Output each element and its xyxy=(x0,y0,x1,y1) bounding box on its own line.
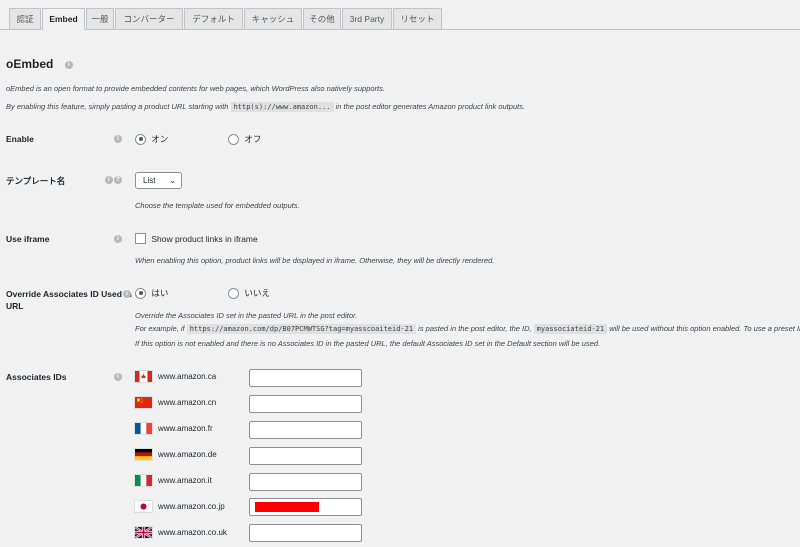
help-icon[interactable]: ? xyxy=(114,176,122,184)
info-icon[interactable]: i xyxy=(64,60,73,69)
tab-converter[interactable]: コンバーター xyxy=(115,8,183,29)
section-description-url: By enabling this feature, simply pasting… xyxy=(6,102,526,112)
use-iframe-description: When enabling this option, product links… xyxy=(135,256,495,265)
override-no-radio[interactable] xyxy=(228,287,239,299)
template-description: Choose the template used for embedded ou… xyxy=(135,201,300,210)
tab-embed[interactable]: Embed xyxy=(42,8,85,30)
template-select[interactable]: List ⌄ xyxy=(135,172,182,189)
locale-domain: www.amazon.co.jp xyxy=(158,502,225,511)
tab-default[interactable]: デフォルト xyxy=(184,8,243,29)
associates-ids-label: Associates IDs xyxy=(6,372,67,382)
tab-3rd-party[interactable]: 3rd Party xyxy=(342,8,392,29)
override-description: Override the Associates ID set in the pa… xyxy=(135,311,358,320)
chevron-down-icon: ⌄ xyxy=(169,176,176,185)
jp-flag-icon xyxy=(134,500,153,513)
tab-misc[interactable]: その他 xyxy=(303,8,341,29)
associates-id-input-it[interactable] xyxy=(249,473,362,491)
settings-tab-bar: 認証 Embed 一般 コンバーター デフォルト キャッシュ その他 3rd P… xyxy=(0,0,800,30)
info-icon[interactable]: i xyxy=(114,135,122,143)
info-icon[interactable]: i xyxy=(105,176,113,184)
section-description: oEmbed is an open format to provide embe… xyxy=(6,84,385,93)
enable-on-radio[interactable] xyxy=(135,133,146,145)
tab-general[interactable]: 一般 xyxy=(86,8,114,29)
de-flag-icon xyxy=(134,448,153,461)
enable-off-radio[interactable] xyxy=(228,133,239,145)
locale-domain: www.amazon.cn xyxy=(158,398,217,407)
associates-id-input-fr[interactable] xyxy=(249,421,362,439)
associates-id-input-de[interactable] xyxy=(249,447,362,465)
info-icon[interactable]: i xyxy=(123,290,131,298)
use-iframe-checkbox[interactable] xyxy=(135,233,146,245)
override-id-label: Override Associates ID Used in URL xyxy=(6,289,132,311)
fr-flag-icon xyxy=(134,422,153,435)
override-no-option[interactable]: いいえ xyxy=(228,287,270,299)
use-iframe-label: Use iframe xyxy=(6,234,50,244)
tab-cache[interactable]: キャッシュ xyxy=(244,8,302,29)
info-icon[interactable]: i xyxy=(114,373,122,381)
ca-flag-icon xyxy=(134,370,153,383)
locale-domain: www.amazon.fr xyxy=(158,424,213,433)
info-icon[interactable]: i xyxy=(114,235,122,243)
override-example: For example, if https://amazon.com/dp/B0… xyxy=(135,324,800,334)
redaction-bar xyxy=(255,502,319,512)
locale-domain: www.amazon.ca xyxy=(158,372,217,381)
locale-domain: www.amazon.de xyxy=(158,450,217,459)
locale-domain: www.amazon.co.uk xyxy=(158,528,227,537)
associates-id-input-cn[interactable] xyxy=(249,395,362,413)
associates-id-input-jp[interactable] xyxy=(249,498,362,516)
template-label: テンプレート名 xyxy=(6,176,66,186)
section-title: oEmbed i xyxy=(6,57,73,71)
override-fallback-note: If this option is not enabled and there … xyxy=(135,339,601,348)
uk-flag-icon xyxy=(134,526,153,539)
use-iframe-option[interactable]: Show product links in iframe xyxy=(135,233,258,245)
enable-label: Enable xyxy=(6,134,34,144)
associates-id-input-uk[interactable] xyxy=(249,524,362,542)
enable-on-option[interactable]: オン xyxy=(135,133,168,145)
override-yes-option[interactable]: はい xyxy=(135,287,168,299)
tab-auth[interactable]: 認証 xyxy=(9,8,41,29)
cn-flag-icon xyxy=(134,396,153,409)
tab-reset[interactable]: リセット xyxy=(393,8,442,29)
locale-domain: www.amazon.it xyxy=(158,476,212,485)
it-flag-icon xyxy=(134,474,153,487)
enable-off-option[interactable]: オフ xyxy=(228,133,261,145)
associates-id-input-ca[interactable] xyxy=(249,369,362,387)
override-yes-radio[interactable] xyxy=(135,287,146,299)
